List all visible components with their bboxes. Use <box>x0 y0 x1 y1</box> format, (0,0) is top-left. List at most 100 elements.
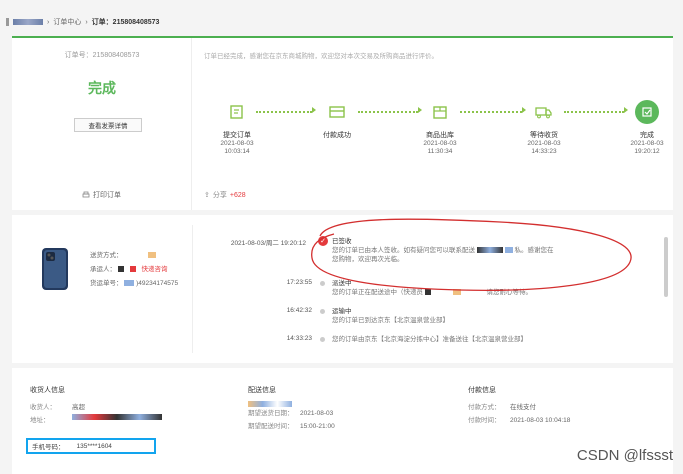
document-icon <box>225 100 249 124</box>
step-label: 商品出库 <box>426 132 454 139</box>
step-label: 等待收货 <box>530 132 558 139</box>
receiver-name-row: 收货人： 高超 <box>30 401 162 414</box>
credit-card-icon <box>325 100 349 124</box>
receiver-phone-highlight: 手机号码： 135****1604 <box>26 438 156 454</box>
delivery-heading: 配送信息 <box>248 387 276 394</box>
truck-icon <box>532 100 556 124</box>
receiver-phone-value: 135****1604 <box>76 442 112 450</box>
order-notice: 订单已经完成，感谢您在京东商城购物，欢迎您对本次交易及所购商品进行评价。 <box>204 53 438 60</box>
step-date: 2021-08-03 <box>423 140 457 147</box>
divider <box>192 225 193 353</box>
tracking-desc-2: 您购物，欢迎再次光临。 <box>332 256 404 263</box>
chevron-right-icon: › <box>85 18 88 26</box>
delivery-time-label: 期望配送时间： <box>248 423 294 430</box>
step-time: 10:03:14 <box>224 148 250 155</box>
breadcrumb-order-center[interactable]: 订单中心 <box>53 17 81 27</box>
progress-connector <box>564 111 624 113</box>
courier-inquiry-link[interactable]: 快递咨询 <box>141 266 167 273</box>
receiver-heading: 收货人信息 <box>30 387 65 394</box>
redacted-value <box>452 289 461 296</box>
step-date: 2021-08-03 <box>220 140 254 147</box>
receiver-info: 收货人信息 收货人： 高超 地址： <box>30 384 162 427</box>
tracking-time: 16:42:32 <box>286 307 312 314</box>
delivery-date-value: 2021-08-03 <box>300 410 334 417</box>
progress-connector <box>460 111 522 113</box>
redacted-value <box>148 252 157 259</box>
print-order-link[interactable]: 打印订单 <box>82 190 121 200</box>
progress-connector <box>358 111 418 113</box>
timeline-dot <box>320 281 325 286</box>
payment-time-value: 2021-08-03 10:04:18 <box>510 417 571 424</box>
payment-time-label: 付款时间： <box>468 417 501 424</box>
tracking-desc-row: 您的订单已由本人签收。如有疑问您可以联系配送 私。感谢您在 <box>332 246 642 255</box>
step-label: 完成 <box>640 132 654 139</box>
order-status-text: 完成 <box>88 80 116 96</box>
tracking-time: 17:23:55 <box>286 279 312 286</box>
phone-product-image <box>42 248 68 290</box>
step-date: 2021-08-03 <box>630 140 664 147</box>
product-thumbnail[interactable] <box>32 245 78 293</box>
breadcrumb-marker <box>6 18 9 26</box>
tracking-body: 派送中 您的订单正在配送途中（快递员 请您耐心等待。 <box>332 279 642 297</box>
tracking-desc-tail: 请您耐心等待。 <box>486 289 532 296</box>
tracking-title: 运输中 <box>332 308 352 315</box>
step-date: 2021-08-03 <box>527 140 561 147</box>
tracking-time: 2021-08-03/周二 19:20:12 <box>230 240 306 247</box>
delivery-info: 配送信息 期望送货日期： 2021-08-03 期望配送时间： 15:00-21… <box>248 384 335 433</box>
tracking-label: 货运单号： <box>90 280 123 287</box>
watermark: CSDN @lfssst <box>576 447 673 464</box>
breadcrumb-home-link[interactable] <box>13 19 43 25</box>
share-icon: ⇪ <box>204 192 210 199</box>
payment-method-label: 付款方式： <box>468 404 501 411</box>
tracking-title: 派送中 <box>332 280 352 287</box>
redacted-value <box>424 289 431 296</box>
tracking-desc: 您的订单由京东【北京海淀分拣中心】准备送往【北京温泉营业部】 <box>332 336 527 343</box>
step-awaiting-delivery: 等待收货 2021-08-03 14:33:23 <box>514 100 574 156</box>
order-number: 订单号：215808408573 <box>64 52 140 59</box>
order-info-panel: 收货人信息 收货人： 高超 地址： 手机号码： 135****1604 配送信息… <box>12 368 673 474</box>
tracking-scrollbar[interactable] <box>664 237 668 297</box>
breadcrumb: › 订单中心 › 订单：215808408573 <box>6 16 159 28</box>
delivery-time-value: 15:00-21:00 <box>300 423 335 430</box>
step-complete: 完成 2021-08-03 19:20:12 <box>617 100 677 156</box>
step-label: 提交订单 <box>223 132 251 139</box>
payment-method-value: 在线支付 <box>510 404 536 411</box>
payment-method-row: 付款方式： 在线支付 <box>468 401 570 414</box>
redacted-value <box>124 280 135 287</box>
timeline-dot <box>320 309 325 314</box>
step-time: 14:33:23 <box>531 148 557 155</box>
tracking-desc-tail: 私。感谢您在 <box>514 247 554 254</box>
payment-info: 付款信息 付款方式： 在线支付 付款时间： 2021-08-03 10:04:1… <box>468 384 570 427</box>
edit-check-icon <box>635 100 659 124</box>
delivery-date-row: 期望送货日期： 2021-08-03 <box>248 407 335 420</box>
redacted-address <box>72 414 162 420</box>
order-summary: 订单号：215808408573 完成 查看发票详情 打印订单 <box>12 38 192 210</box>
receiver-address-label: 地址： <box>30 417 50 424</box>
breadcrumb-current-order: 订单：215808408573 <box>91 19 160 26</box>
share-count: +628 <box>229 191 246 199</box>
view-invoice-button[interactable]: 查看发票详情 <box>74 118 142 132</box>
redacted-value <box>476 247 503 254</box>
carrier-label: 承运人： <box>90 266 116 273</box>
print-order-label: 打印订单 <box>93 192 121 199</box>
order-status-panel: 订单号：215808408573 完成 查看发票详情 打印订单 订单已经完成，感… <box>12 36 673 210</box>
logistics-panel: 送货方式： 承运人： 快递咨询 货运单号： )49234174575 2021-… <box>12 215 673 363</box>
step-outbound: 商品出库 2021-08-03 11:30:34 <box>410 100 470 156</box>
share-link[interactable]: ⇪ 分享 +628 <box>204 190 246 200</box>
receiver-address-row: 地址： <box>30 414 162 427</box>
delivery-time-row: 期望配送时间： 15:00-21:00 <box>248 420 335 433</box>
redacted-value <box>117 266 124 273</box>
tracking-body: 您的订单由京东【北京海淀分拣中心】准备送往【北京温泉营业部】 <box>332 335 642 344</box>
check-icon: ✓ <box>318 236 328 246</box>
tracking-title: 已签收 <box>332 238 352 245</box>
tracking-body: 已签收 您的订单已由本人签收。如有疑问您可以联系配送 私。感谢您在 您购物，欢迎… <box>332 237 642 264</box>
tracking-number: )49234174575 <box>136 280 179 287</box>
tracking-body: 运输中 您的订单已到达京东【北京温泉营业部】 <box>332 307 642 325</box>
chevron-right-icon: › <box>47 18 50 26</box>
timeline-dot <box>320 337 325 342</box>
redacted-value <box>129 266 136 273</box>
tracking-desc: 您的订单正在配送途中（快递员 <box>332 289 423 296</box>
printer-icon <box>82 191 90 198</box>
order-progress: 提交订单 2021-08-03 10:03:14 付款成功 商品出库 2021-… <box>192 100 673 170</box>
step-submit-order: 提交订单 2021-08-03 10:03:14 <box>207 100 267 156</box>
